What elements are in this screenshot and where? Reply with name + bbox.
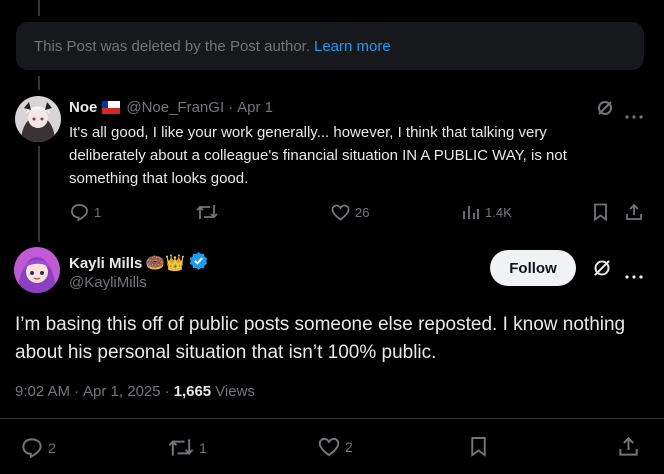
avatar-kayli-mills[interactable] (14, 247, 60, 293)
bookmark-icon (471, 437, 486, 457)
thread-line-reply (38, 146, 40, 242)
reply-handle[interactable]: @Noe_FranGI (126, 99, 224, 116)
main-share-button[interactable] (618, 436, 639, 457)
deleted-notice-text: This Post was deleted by the Post author… (34, 37, 310, 55)
main-text-line: about his personal situation that isn’t … (15, 342, 437, 363)
divider (0, 418, 664, 419)
main-like-count: 2 (345, 439, 353, 455)
like-icon (318, 437, 340, 457)
reply-text-line: something that looks good. (69, 170, 249, 187)
views-icon (463, 206, 479, 219)
deleted-post-notice: This Post was deleted by the Post author… (16, 22, 644, 70)
reply-like-count: 26 (355, 205, 370, 220)
main-handle-row: @KayliMills (69, 274, 147, 291)
views-count: 1,665 (173, 383, 212, 400)
share-icon (626, 203, 642, 220)
reply-repost-button[interactable] (196, 203, 218, 221)
like-icon (331, 204, 350, 221)
main-post-header: Kayli Mills 🍩👑 (69, 251, 208, 275)
main-author-name[interactable]: Kayli Mills (69, 255, 142, 272)
main-repost-count: 1 (199, 439, 207, 456)
name-emojis: 🍩👑 (145, 255, 186, 272)
reply-count: 1 (94, 204, 102, 220)
reply-icon (71, 204, 88, 221)
main-handle[interactable]: @KayliMills (69, 274, 147, 291)
bookmark-icon (594, 203, 607, 221)
reply-text-line: deliberately about a colleague's financi… (69, 147, 567, 164)
post-meta-row: 9:02 AM · Apr 1, 2025 · 1,665 Views (15, 383, 255, 400)
reply-separator: · (228, 99, 234, 116)
thread-line-middle (38, 76, 40, 90)
reply-views-count: 1.4K (485, 204, 512, 220)
reply-author-name[interactable]: Noe (69, 99, 97, 116)
grok-icon[interactable] (592, 258, 612, 283)
meta-separator: · (164, 383, 170, 400)
reply-icon (22, 438, 42, 458)
main-bookmark-button[interactable] (470, 436, 487, 457)
more-icon[interactable] (625, 106, 643, 124)
reply-date[interactable]: Apr 1 (237, 99, 273, 116)
reply-views-button[interactable]: 1.4K (462, 204, 512, 220)
views-label: Views (215, 383, 255, 400)
main-text-line: I’m basing this off of public posts some… (15, 314, 626, 335)
reply-like-button[interactable]: 26 (331, 204, 369, 221)
main-repost-button[interactable]: 1 (168, 437, 207, 458)
follow-button[interactable]: Follow (490, 250, 576, 286)
repost-icon (168, 439, 194, 456)
chile-flag-icon (102, 101, 121, 114)
meta-separator: · (74, 383, 80, 400)
share-icon (619, 436, 638, 456)
avatar-noe[interactable] (15, 96, 61, 142)
reply-text: It's all good, I like your work generall… (69, 121, 567, 190)
reply-header: Noe @Noe_FranGI · Apr 1 (69, 99, 273, 116)
main-reply-button[interactable]: 2 (21, 437, 56, 458)
reply-reply-button[interactable]: 1 (70, 203, 101, 221)
post-date[interactable]: Apr 1, 2025 (83, 383, 161, 400)
post-time[interactable]: 9:02 AM (15, 383, 70, 400)
main-post-text: I’m basing this off of public posts some… (15, 311, 625, 367)
more-icon[interactable] (625, 266, 643, 284)
reply-bookmark-button[interactable] (593, 203, 608, 221)
reply-text-line: It's all good, I like your work generall… (69, 124, 547, 141)
repost-icon (196, 205, 218, 219)
reply-share-button[interactable] (625, 203, 643, 221)
main-reply-count: 2 (48, 439, 56, 456)
thread-line-top (38, 0, 40, 16)
learn-more-link[interactable]: Learn more (314, 38, 391, 55)
verified-badge-icon (189, 251, 208, 275)
grok-icon[interactable] (596, 99, 614, 122)
main-like-button[interactable]: 2 (318, 437, 353, 457)
